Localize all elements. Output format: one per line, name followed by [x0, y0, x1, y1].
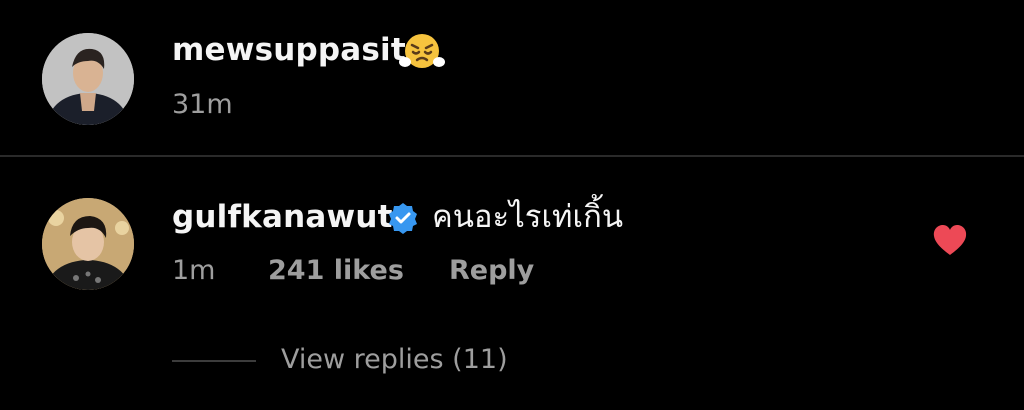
- avatar[interactable]: [42, 33, 134, 125]
- comment-row: mewsuppasit 31m: [0, 0, 1024, 156]
- view-replies-button[interactable]: View replies (11): [281, 343, 508, 377]
- comment-row: gulfkanawut คนอะไรเท่เกิ้น 1m 241 likes …: [0, 157, 1024, 410]
- replies-divider-line: [172, 360, 256, 362]
- username[interactable]: gulfkanawut: [172, 197, 393, 237]
- verified-badge-icon: [386, 201, 420, 235]
- reply-button[interactable]: Reply: [449, 254, 534, 288]
- likes-count[interactable]: 241 likes: [268, 254, 404, 288]
- comment-text: คนอะไรเท่เกิ้น: [432, 199, 624, 235]
- username[interactable]: mewsuppasit: [172, 30, 406, 70]
- avatar[interactable]: [42, 198, 134, 290]
- comment-time: 1m: [172, 255, 216, 286]
- comment-time: 31m: [172, 89, 233, 120]
- heart-icon[interactable]: [932, 224, 968, 256]
- huffing-face-emoji-icon: [399, 30, 445, 70]
